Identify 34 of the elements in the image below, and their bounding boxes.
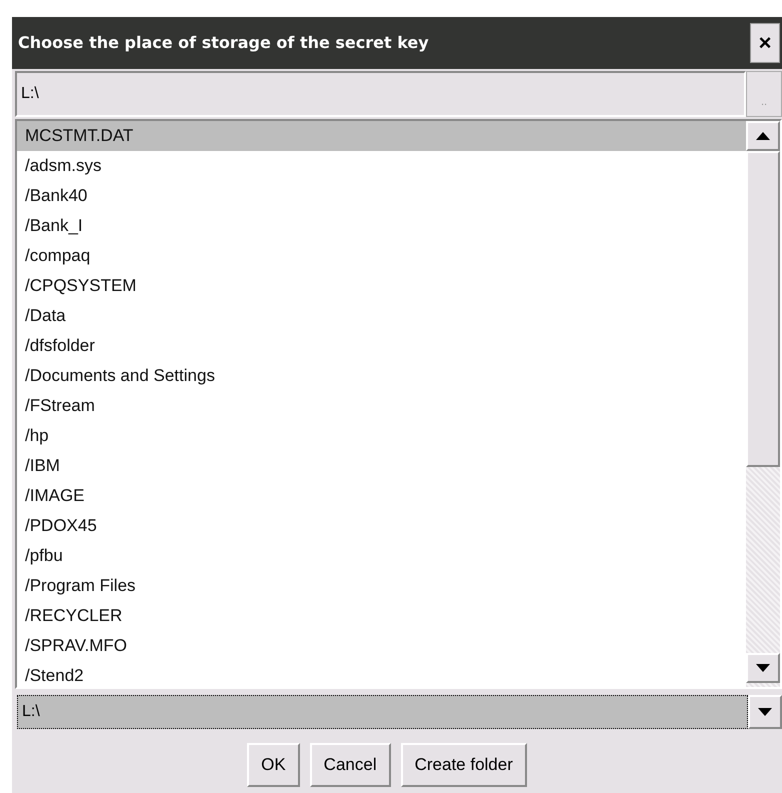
- file-item[interactable]: /Stend2: [17, 661, 746, 687]
- file-item[interactable]: /pfbu: [17, 541, 746, 571]
- close-button[interactable]: ×: [750, 23, 780, 63]
- file-item[interactable]: /IMAGE: [17, 481, 746, 511]
- file-item[interactable]: /FStream: [17, 391, 746, 421]
- caret-icon: [758, 708, 772, 716]
- file-item[interactable]: /Data: [17, 301, 746, 331]
- scrollbar-thumb[interactable]: [746, 151, 780, 467]
- file-item[interactable]: /dfsfolder: [17, 331, 746, 361]
- scroll-down-button[interactable]: [746, 653, 780, 683]
- drive-select[interactable]: L:\: [17, 695, 748, 729]
- file-item[interactable]: /compaq: [17, 241, 746, 271]
- drive-dropdown-button[interactable]: [748, 695, 782, 729]
- file-item[interactable]: /SPRAV.MFO: [17, 631, 746, 661]
- file-item[interactable]: /Program Files: [17, 571, 746, 601]
- down-arrow-icon: [756, 664, 770, 672]
- file-item[interactable]: /PDOX45: [17, 511, 746, 541]
- scroll-up-button[interactable]: [746, 121, 780, 151]
- file-item[interactable]: /IBM: [17, 451, 746, 481]
- path-field[interactable]: L:\: [15, 71, 746, 117]
- window-title: Choose the place of storage of the secret key: [18, 32, 429, 54]
- file-item[interactable]: MCSTMT.DAT: [17, 121, 746, 151]
- dialog-button[interactable]: Cancel: [310, 743, 391, 787]
- file-item[interactable]: /Bank_I: [17, 211, 746, 241]
- scrollbar[interactable]: [746, 121, 780, 687]
- file-item[interactable]: /hp: [17, 421, 746, 451]
- dialog-button[interactable]: Create folder: [400, 743, 527, 787]
- file-item[interactable]: /adsm.sys: [17, 151, 746, 181]
- file-item[interactable]: /RECYCLER: [17, 601, 746, 631]
- file-item[interactable]: /Bank40: [17, 181, 746, 211]
- dialog-button[interactable]: OK: [247, 743, 300, 787]
- file-item[interactable]: /CPQSYSTEM: [17, 271, 746, 301]
- up-arrow-icon: [756, 132, 770, 140]
- file-item[interactable]: /Documents and Settings: [17, 361, 746, 391]
